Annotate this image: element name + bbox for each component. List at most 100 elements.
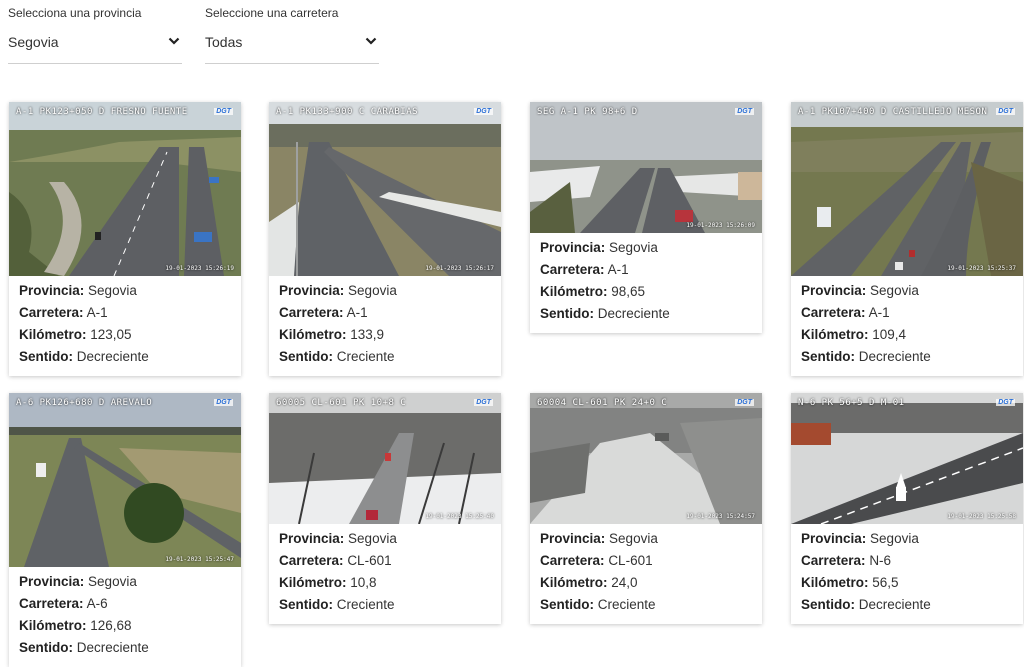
kilometro-value: 98,65 — [611, 284, 646, 299]
carretera-label: Carretera: — [279, 305, 344, 320]
camera-card[interactable]: A-1 PK133+900 C CARABIAS DGT 19-01-2023 … — [269, 102, 501, 376]
sentido-value: Decreciente — [858, 349, 931, 364]
camera-info: Provincia: Segovia Carretera: N-6 Kilóme… — [791, 524, 1023, 624]
provincia-label: Provincia: — [540, 240, 606, 255]
kilometro-label: Kilómetro: — [279, 327, 347, 342]
camera-timestamp: 19-01-2023 15:24:57 — [686, 513, 755, 520]
provincia-value: Segovia — [88, 283, 137, 298]
dgt-logo: DGT — [474, 108, 493, 115]
camera-image[interactable]: A-1 PK123+050 D FRESNO FUENTE DGT 19-01-… — [9, 102, 241, 276]
dgt-logo: DGT — [735, 399, 754, 406]
sentido-value: Creciente — [336, 349, 395, 364]
sentido-label: Sentido: — [19, 640, 73, 655]
provincia-value: Segovia — [348, 283, 397, 298]
camera-timestamp: 19-01-2023 15:25:47 — [165, 556, 234, 563]
camera-image[interactable]: A-6 PK126+680 D AREVALO DGT 19-01-2023 1… — [9, 393, 241, 567]
provincia-value: Segovia — [88, 574, 137, 589]
camera-overlay-text: 60004 CL-601 PK 24+0 C — [537, 398, 668, 408]
carretera-label: Carretera: — [540, 262, 605, 277]
provincia-label: Provincia: — [801, 531, 867, 546]
camera-overlay-text: N-6 PK 56+5 D M-01 — [798, 398, 905, 408]
camera-card[interactable]: A-1 PK123+050 D FRESNO FUENTE DGT 19-01-… — [9, 102, 241, 376]
camera-image[interactable]: 60005 CL-601 PK 10+8 C DGT 19-01-2023 15… — [269, 393, 501, 524]
dgt-logo: DGT — [735, 108, 754, 115]
provincia-value: Segovia — [609, 240, 658, 255]
camera-image[interactable]: 60004 CL-601 PK 24+0 C DGT 19-01-2023 15… — [530, 393, 762, 524]
carretera-value: N-6 — [869, 553, 892, 568]
sentido-value: Creciente — [336, 597, 395, 612]
sentido-label: Sentido: — [540, 597, 594, 612]
camera-card[interactable]: SEG A-1 PK 98+6 D DGT 19-01-2023 15:26:0… — [530, 102, 762, 333]
camera-info: Provincia: Segovia Carretera: A-1 Kilóme… — [791, 276, 1023, 376]
carretera-label: Carretera: — [19, 596, 84, 611]
camera-card[interactable]: A-6 PK126+680 D AREVALO DGT 19-01-2023 1… — [9, 393, 241, 667]
sentido-value: Creciente — [597, 597, 656, 612]
camera-image[interactable]: N-6 PK 56+5 D M-01 DGT 19-01-2023 15:25:… — [791, 393, 1023, 524]
camera-timestamp: 19-01-2023 15:26:09 — [686, 222, 755, 229]
camera-info: Provincia: Segovia Carretera: A-1 Kilóme… — [9, 276, 241, 376]
kilometro-value: 126,68 — [90, 618, 132, 633]
sentido-label: Sentido: — [279, 349, 333, 364]
sentido-label: Sentido: — [19, 349, 73, 364]
road-select[interactable]: Todas — [205, 34, 379, 64]
province-filter-label: Selecciona una provincia — [8, 6, 142, 20]
dgt-logo: DGT — [214, 399, 233, 406]
provincia-value: Segovia — [609, 531, 658, 546]
carretera-value: A-1 — [86, 305, 108, 320]
camera-overlay-text: A-1 PK133+900 C CARABIAS — [276, 107, 419, 117]
camera-timestamp: 19-01-2023 15:26:17 — [425, 265, 494, 272]
camera-card[interactable]: 60004 CL-601 PK 24+0 C DGT 19-01-2023 15… — [530, 393, 762, 624]
carretera-value: A-6 — [86, 596, 108, 611]
kilometro-label: Kilómetro: — [801, 327, 869, 342]
sentido-value: Decreciente — [858, 597, 931, 612]
kilometro-value: 133,9 — [350, 327, 385, 342]
dgt-logo: DGT — [996, 108, 1015, 115]
kilometro-label: Kilómetro: — [279, 575, 347, 590]
provincia-label: Provincia: — [801, 283, 867, 298]
provincia-label: Provincia: — [279, 531, 345, 546]
kilometro-value: 24,0 — [611, 575, 638, 590]
carretera-value: CL-601 — [347, 553, 392, 568]
chevron-down-icon — [365, 37, 377, 45]
kilometro-label: Kilómetro: — [540, 575, 608, 590]
provincia-label: Provincia: — [19, 574, 85, 589]
kilometro-value: 109,4 — [872, 327, 907, 342]
dgt-logo: DGT — [214, 108, 233, 115]
camera-image[interactable]: A-1 PK107+400 D CASTILLEJO MESON DGT 19-… — [791, 102, 1023, 276]
road-filter-label: Seleccione una carretera — [205, 6, 339, 20]
carretera-value: A-1 — [868, 305, 890, 320]
provincia-value: Segovia — [348, 531, 397, 546]
camera-overlay-text: A-6 PK126+680 D AREVALO — [16, 398, 153, 408]
provincia-label: Provincia: — [19, 283, 85, 298]
camera-card[interactable]: N-6 PK 56+5 D M-01 DGT 19-01-2023 15:25:… — [791, 393, 1023, 624]
carretera-value: A-1 — [346, 305, 368, 320]
provincia-value: Segovia — [870, 283, 919, 298]
kilometro-value: 56,5 — [872, 575, 899, 590]
province-select[interactable]: Segovia — [8, 34, 182, 64]
camera-timestamp: 19-01-2023 15:25:58 — [947, 513, 1016, 520]
camera-overlay-text: A-1 PK123+050 D FRESNO FUENTE — [16, 107, 188, 117]
carretera-label: Carretera: — [19, 305, 84, 320]
kilometro-label: Kilómetro: — [19, 327, 87, 342]
kilometro-label: Kilómetro: — [540, 284, 608, 299]
camera-card[interactable]: 60005 CL-601 PK 10+8 C DGT 19-01-2023 15… — [269, 393, 501, 624]
carretera-label: Carretera: — [279, 553, 344, 568]
camera-overlay-text: SEG A-1 PK 98+6 D — [537, 107, 638, 117]
camera-card[interactable]: A-1 PK107+400 D CASTILLEJO MESON DGT 19-… — [791, 102, 1023, 376]
provincia-label: Provincia: — [540, 531, 606, 546]
road-filter: Seleccione una carretera Todas — [205, 6, 379, 64]
sentido-value: Decreciente — [76, 349, 149, 364]
kilometro-value: 10,8 — [350, 575, 377, 590]
province-select-value: Segovia — [8, 34, 59, 50]
camera-overlay-text: 60005 CL-601 PK 10+8 C — [276, 398, 407, 408]
kilometro-value: 123,05 — [90, 327, 132, 342]
camera-image[interactable]: SEG A-1 PK 98+6 D DGT 19-01-2023 15:26:0… — [530, 102, 762, 233]
camera-image[interactable]: A-1 PK133+900 C CARABIAS DGT 19-01-2023 … — [269, 102, 501, 276]
sentido-label: Sentido: — [801, 597, 855, 612]
sentido-label: Sentido: — [801, 349, 855, 364]
carretera-label: Carretera: — [540, 553, 605, 568]
camera-overlay-text: A-1 PK107+400 D CASTILLEJO MESON — [798, 107, 988, 117]
carretera-value: A-1 — [607, 262, 629, 277]
kilometro-label: Kilómetro: — [19, 618, 87, 633]
camera-timestamp: 19-01-2023 15:25:37 — [947, 265, 1016, 272]
